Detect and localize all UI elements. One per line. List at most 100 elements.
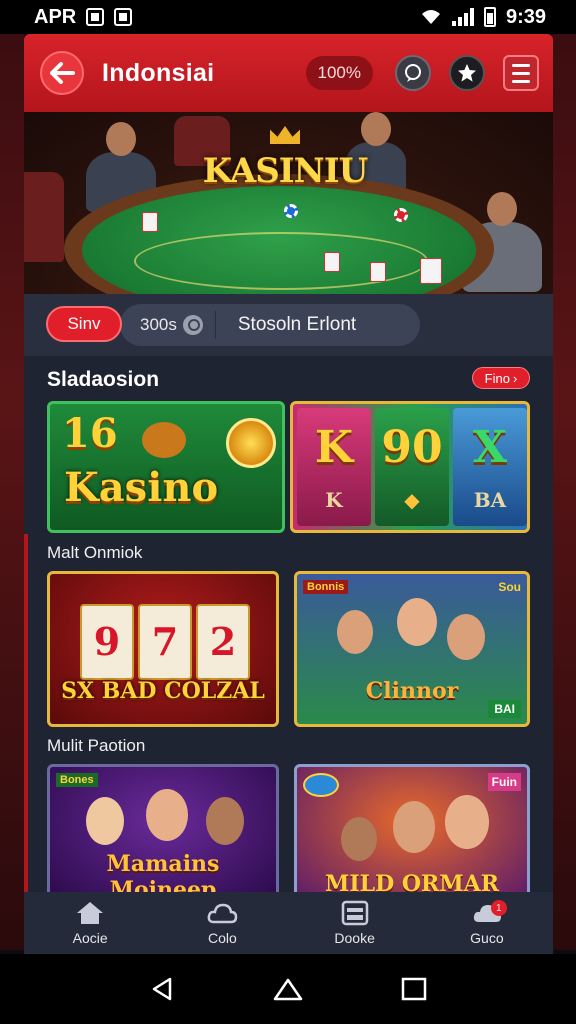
game-count: 300s (140, 315, 177, 334)
chat-icon (405, 64, 421, 82)
back-triangle-icon[interactable] (148, 975, 176, 1003)
notification-icon (114, 8, 133, 26)
banner-logo: KASINIU (202, 151, 369, 191)
menu-line (512, 79, 530, 83)
filter-chip-active[interactable]: Sinv (46, 306, 122, 342)
character-face (341, 817, 377, 861)
background-left (0, 34, 24, 950)
reel-symbol-small: K (325, 488, 343, 512)
system-nav-bar (0, 954, 576, 1024)
game-tag: Bones (56, 773, 98, 787)
section-subtitle: Malt Onmiok (47, 543, 143, 562)
cloud-icon (207, 903, 238, 924)
coin-icon (226, 418, 276, 468)
reel-symbol: 90 (381, 422, 443, 473)
status-time: 9:39 (505, 5, 546, 28)
reel-symbol-small: BA (473, 488, 507, 512)
game-tag: Sou (498, 580, 521, 594)
playing-card (324, 252, 340, 272)
character-face (146, 789, 188, 841)
lion-icon (142, 422, 186, 458)
section-title: Sladaosion (47, 368, 160, 391)
app-window: Indonsiai 100% KASINIU 300s Stosoln Erlo… (24, 34, 553, 954)
character-face (397, 598, 437, 646)
bottom-nav: Aocie Colo Dooke 1 Guco (24, 892, 553, 954)
slot-reel: 2 (196, 604, 250, 680)
arrow-left-icon (50, 62, 75, 84)
playing-card (142, 212, 158, 232)
character-face (445, 795, 489, 849)
battery-icon (483, 7, 496, 27)
slot-reel: 9 (80, 604, 134, 680)
page-title: Indonsiai (102, 58, 215, 87)
nav-label: Dooke (334, 930, 375, 946)
character-face (206, 797, 244, 845)
slot-reel: X BA (453, 408, 527, 526)
app-header: Indonsiai 100% (24, 34, 553, 112)
background-right (552, 34, 576, 950)
more-label: Fino (484, 370, 510, 386)
divider (214, 311, 216, 339)
status-bar: APR 9:39 (0, 0, 576, 34)
gem-icon: ◆ (404, 488, 420, 512)
nav-item-grid[interactable]: Dooke (289, 892, 421, 954)
grid-icon (341, 900, 368, 926)
filter-bar: 300s Stosoln Erlont Sinv (24, 294, 553, 356)
back-button[interactable] (40, 51, 84, 95)
recents-square-icon[interactable] (400, 975, 428, 1003)
chevron-right-icon: › (512, 370, 518, 386)
search-icon (182, 315, 203, 335)
more-button[interactable]: Fino › (472, 367, 530, 389)
nav-item-cloud[interactable]: Colo (156, 892, 288, 954)
menu-line (512, 71, 530, 75)
nav-item-chat[interactable]: 1 Guco (421, 892, 553, 954)
slot-reel: 7 (138, 604, 192, 680)
gallery-icon (86, 8, 105, 26)
game-tile[interactable]: Fuin MILD ORMAR (294, 764, 530, 904)
game-title: Kasino (64, 464, 219, 511)
favorites-button[interactable] (449, 55, 485, 91)
playing-card (370, 262, 386, 282)
nav-label: Aocie (72, 930, 108, 946)
wifi-icon (421, 10, 440, 24)
game-tile[interactable]: K K 90 ◆ X BA (290, 401, 530, 533)
slot-reel: 90 ◆ (375, 408, 449, 526)
hero-banner[interactable]: KASINIU (24, 112, 553, 294)
game-tile[interactable]: 16 Kasino (47, 401, 285, 533)
character-face (86, 797, 124, 845)
section-subtitle: Mulit Paotion (47, 736, 146, 755)
search-label: Stosoln Erlont (237, 314, 357, 335)
home-icon (77, 902, 104, 924)
home-circle-icon[interactable] (272, 975, 304, 1003)
character-face (447, 614, 485, 660)
menu-line (512, 63, 530, 67)
search-bar[interactable]: 300s Stosoln Erlont (120, 304, 420, 346)
slot-reel: K K (297, 408, 371, 526)
nav-label: Guco (470, 930, 504, 946)
balance-badge[interactable]: 100% (305, 56, 373, 90)
signal-icon (451, 8, 474, 26)
reel-symbol: K (314, 422, 354, 473)
support-button[interactable] (395, 55, 431, 91)
nav-item-home[interactable]: Aocie (24, 892, 156, 954)
game-number: 16 (62, 410, 118, 457)
character-face (393, 801, 435, 853)
casino-chip (394, 208, 408, 222)
star-icon (458, 64, 476, 82)
game-title: SX BAD COLZAL (61, 678, 265, 704)
menu-button[interactable] (503, 55, 539, 91)
game-tile[interactable]: Bones Mamains Moineep (47, 764, 279, 904)
character-face (337, 610, 373, 654)
status-text: APR (34, 5, 77, 28)
game-tag: Fuin (487, 773, 521, 791)
game-tag: Bonnis (303, 580, 349, 594)
side-accent (24, 534, 28, 894)
game-tile[interactable]: 9 7 2 SX BAD COLZAL (47, 571, 279, 727)
game-tile[interactable]: Bonnis Sou Clinnor BAI (294, 571, 530, 727)
playing-card (420, 258, 442, 284)
reel-symbol: X (472, 422, 508, 473)
casino-chip (284, 204, 298, 218)
nav-label: Colo (207, 930, 237, 946)
game-logo-badge (303, 773, 339, 797)
notification-badge: 1 (490, 900, 507, 916)
